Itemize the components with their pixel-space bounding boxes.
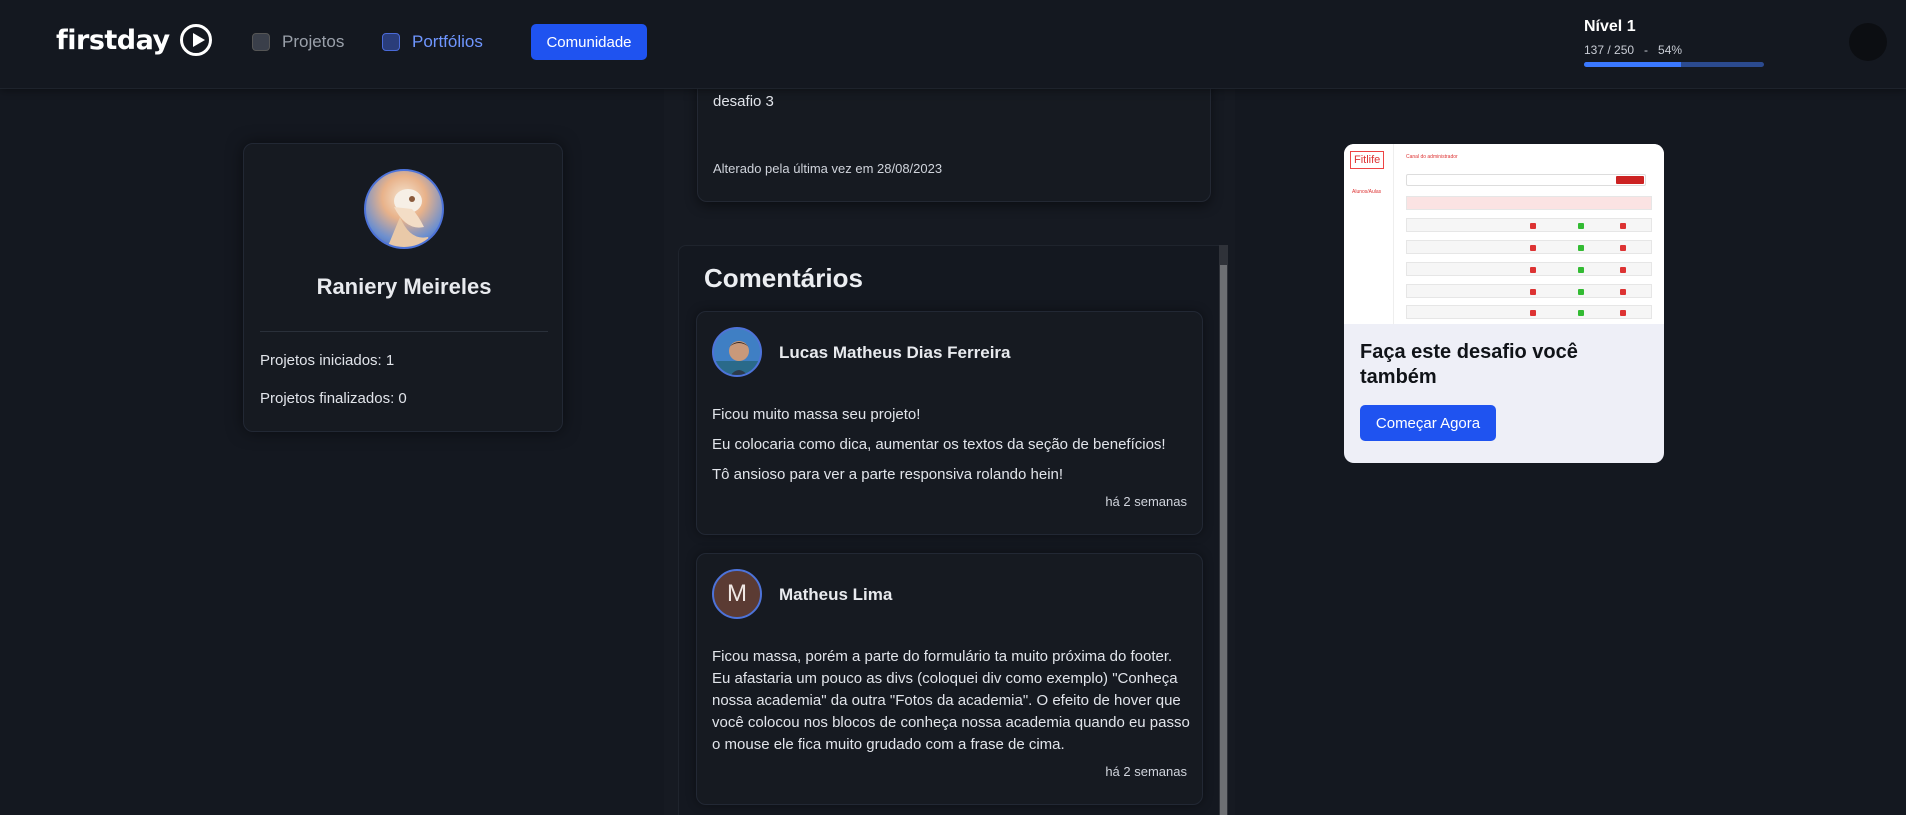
comment-card: Lucas Matheus Dias Ferreira Ficou muito … (696, 311, 1203, 535)
last-updated-text: Alterado pela última vez em 28/08/2023 (713, 161, 943, 176)
level-title: Nível 1 (1584, 18, 1636, 35)
preview-table-row (1406, 262, 1652, 276)
preview-search (1406, 174, 1646, 186)
comments-title: Comentários (704, 263, 863, 293)
preview-sidebar-item: Alunos/Aulas (1352, 189, 1382, 195)
commenter-avatar[interactable] (712, 327, 762, 377)
level-progress-text: 137 / 250 - 54% (1584, 43, 1683, 57)
preview-table-row (1406, 305, 1652, 319)
nav-portfolios-label: Portfólios (412, 32, 483, 51)
preview-logo: Fitlife (1350, 151, 1385, 169)
firstday-logo[interactable]: firstday (56, 24, 212, 56)
nav-portfolios[interactable]: Portfólios (382, 24, 483, 60)
nav-projetos[interactable]: Projetos (252, 24, 344, 60)
profile-card: Raniery Meireles Projetos iniciados: 1 P… (243, 143, 563, 432)
preview-sidebar: Fitlife Alunos/Aulas (1344, 144, 1394, 324)
promo-title: Faça este desafio você também (1360, 341, 1578, 388)
commenter-avatar[interactable]: M (712, 569, 762, 619)
challenge-promo-card: Fitlife Alunos/Aulas Canal do administra… (1344, 144, 1664, 463)
start-now-button[interactable]: Começar Agora (1360, 405, 1496, 441)
projects-finished-stat: Projetos finalizados: 0 (260, 390, 407, 407)
comments-scrollbar-thumb[interactable] (1220, 265, 1227, 815)
play-icon (179, 24, 212, 56)
comment-timestamp: há 2 semanas (1105, 494, 1187, 509)
top-navigation-bar: firstday Projetos Portfólios Comunidade … (0, 0, 1906, 89)
portfolio-icon (382, 33, 400, 51)
commenter-name[interactable]: Lucas Matheus Dias Ferreira (779, 343, 1010, 363)
comment-card: M Matheus Lima Ficou massa, porém a part… (696, 553, 1203, 805)
user-avatar[interactable] (1849, 23, 1887, 61)
preview-button (1616, 176, 1644, 184)
comment-body: Ficou massa, porém a parte do formulário… (712, 648, 1190, 753)
comment-body: Ficou muito massa seu projeto! Eu coloca… (712, 404, 1192, 494)
nav-projetos-label: Projetos (282, 32, 345, 51)
level-progress-bar (1584, 62, 1764, 67)
project-description: desafio 3 (713, 93, 774, 110)
commenter-name[interactable]: Matheus Lima (779, 585, 892, 605)
challenge-preview-image: Fitlife Alunos/Aulas Canal do administra… (1344, 144, 1664, 324)
logo-text: firstday (56, 24, 170, 56)
preview-table-row (1406, 240, 1652, 254)
profile-name: Raniery Meireles (316, 274, 492, 299)
projects-started-stat: Projetos iniciados: 1 (260, 352, 395, 369)
comment-line: Ficou muito massa seu projeto! (712, 406, 921, 423)
level-progress-fill (1584, 62, 1682, 67)
preview-table-row (1406, 284, 1652, 298)
projects-icon (252, 33, 270, 51)
comunidade-button[interactable]: Comunidade (531, 24, 647, 60)
preview-table-row (1406, 218, 1652, 232)
level-progress: Nível 1 137 / 250 - 54% (1584, 18, 1764, 67)
profile-avatar-illustration (387, 189, 431, 247)
commenter-photo (714, 329, 760, 375)
comment-line: Eu colocaria como dica, aumentar os text… (712, 436, 1166, 453)
preview-panel-title: Canal do administrador (1406, 154, 1458, 160)
comment-timestamp: há 2 semanas (1105, 764, 1187, 779)
comment-line: Tô ansioso para ver a parte responsiva r… (712, 466, 1064, 483)
divider (260, 331, 548, 332)
profile-avatar (364, 169, 444, 249)
preview-table-header (1406, 196, 1652, 210)
